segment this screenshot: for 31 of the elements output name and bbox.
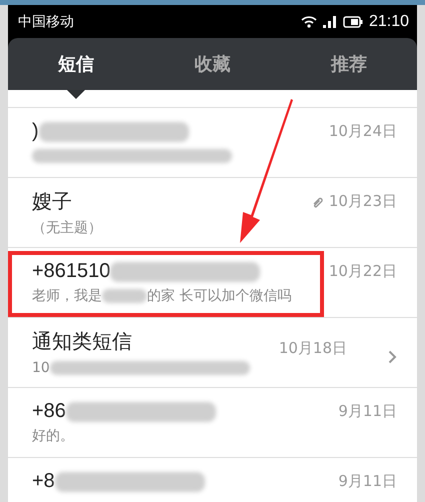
contact-name: +8 [32, 470, 55, 493]
message-date: 10月24日 [328, 122, 397, 141]
message-preview: （无主题） [32, 219, 102, 237]
message-preview: 好的。 [32, 427, 74, 445]
message-row[interactable]: ) 10月24日 [8, 108, 417, 178]
battery-icon [342, 16, 363, 28]
message-date: 10月22日 [328, 262, 397, 281]
message-row[interactable]: +8 9月11日 [8, 458, 417, 502]
tab[interactable]: 短信 [8, 38, 144, 90]
message-date: 10月23日 [328, 192, 397, 211]
contact-name: 嫂子 [32, 190, 72, 215]
wifi-icon [300, 15, 317, 28]
message-date: 9月11日 [338, 402, 397, 421]
message-date: 10月18日 [278, 338, 347, 358]
contact-name: ) [32, 120, 39, 143]
message-preview: 老师，我是 [32, 287, 102, 305]
carrier-name: 中国移动 [18, 12, 74, 30]
message-row[interactable]: +861510 老师，我是 的家 长可以加个微信吗 10月22日 [8, 248, 417, 318]
tab[interactable]: 推荐 [280, 38, 417, 90]
chevron-right-icon[interactable] [388, 350, 397, 364]
message-preview: 的家 长可以加个微信吗 [147, 287, 292, 305]
tab[interactable]: 收藏 [144, 38, 281, 90]
signal-icon [322, 16, 337, 28]
message-preview: 10 [32, 360, 50, 376]
clock-time: 21:10 [368, 12, 409, 30]
contact-name: +86 [32, 400, 66, 423]
message-date: 9月11日 [338, 472, 397, 491]
contact-name: +861510 [32, 260, 110, 283]
message-row[interactable]: +86 好的。 9月11日 [8, 388, 417, 458]
contact-name: 通知类短信 [32, 330, 132, 355]
message-row[interactable]: 通知类短信 10 10月18日 [8, 318, 417, 388]
